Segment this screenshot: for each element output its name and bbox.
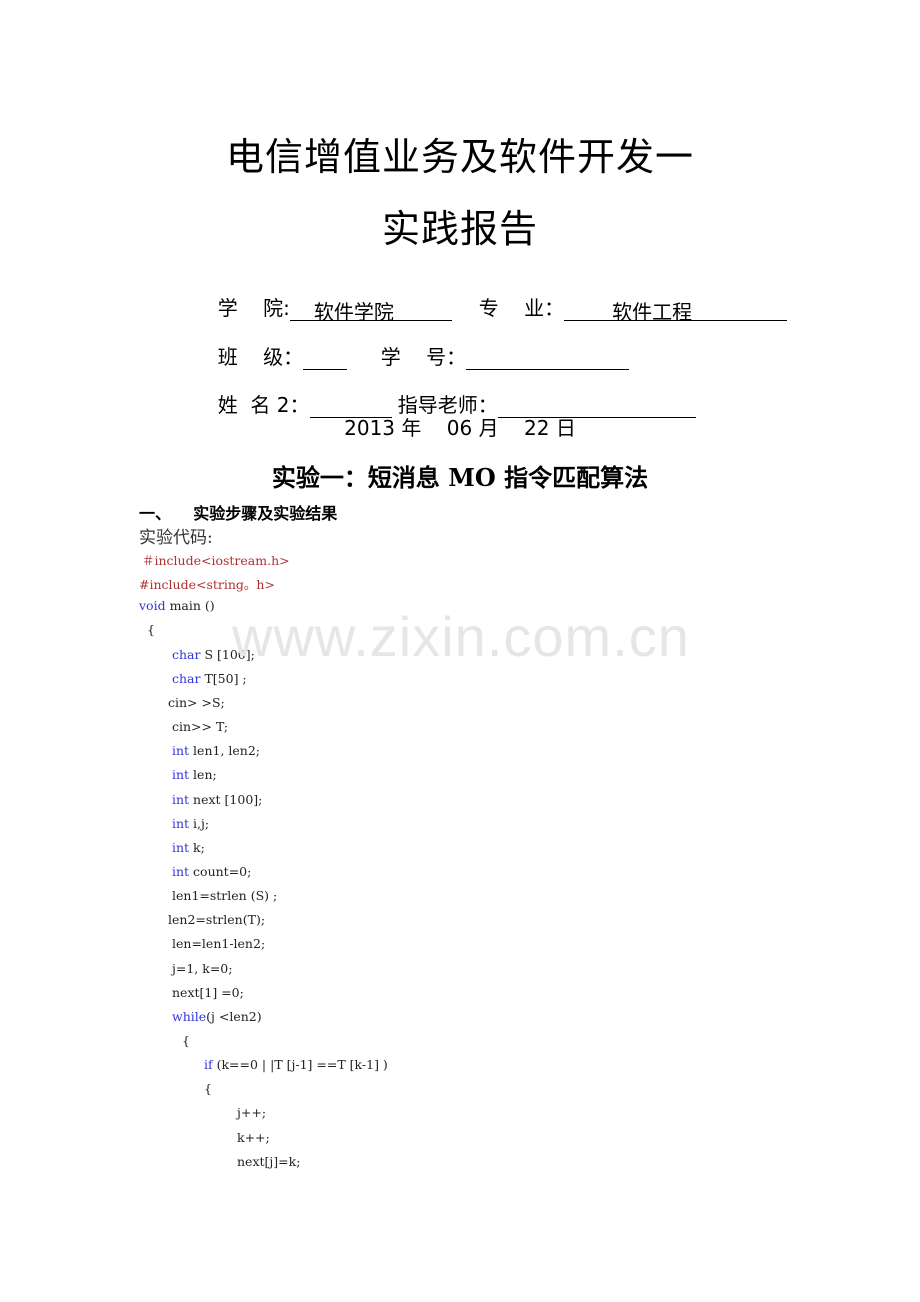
- code-preprocessor: #include<string。h>: [139, 577, 275, 593]
- code-line: if (k==0 | |T [j-1] ==T [k-1] ): [204, 1057, 388, 1072]
- code-text: S [100];: [200, 646, 255, 662]
- code-text: j++;: [237, 1105, 267, 1121]
- section-heading: 一、 实验步骤及实验结果: [139, 504, 338, 523]
- code-text: {: [178, 1033, 190, 1048]
- class-field: 班 级：: [205, 317, 348, 370]
- code-line: next[1] =0;: [172, 985, 244, 1000]
- code-text: len2=strlen(T);: [168, 912, 266, 928]
- code-keyword: char: [172, 670, 201, 686]
- code-keyword: char: [172, 646, 201, 662]
- student-id-field: 学 号：: [368, 317, 630, 370]
- name-field: 姓 名 2：: [205, 365, 392, 418]
- code-keyword: int: [172, 767, 190, 783]
- code-line: k++;: [237, 1130, 270, 1145]
- watermark: www.zixin.com.cn: [232, 605, 690, 668]
- code-text: j=1, k=0;: [172, 960, 233, 976]
- code-line: {: [143, 622, 155, 637]
- college-field: 学 院: 软件学院: [205, 268, 452, 324]
- advisor-field: 指导老师：: [385, 365, 696, 418]
- code-text: len1=strlen (S) ;: [172, 888, 278, 904]
- code-text: len;: [189, 767, 217, 783]
- code-keyword: if: [204, 1057, 213, 1073]
- code-line: len2=strlen(T);: [168, 912, 265, 927]
- code-line: int k;: [172, 840, 205, 855]
- code-label: 实验代码:: [139, 528, 213, 548]
- code-line: #include<string。h>: [139, 574, 275, 593]
- code-text: main (): [165, 598, 215, 614]
- code-line: len=len1-len2;: [172, 936, 265, 951]
- code-text: k++;: [237, 1129, 270, 1145]
- code-text: (k==0 | |T [j-1] ==T [k-1] ): [212, 1057, 388, 1073]
- code-keyword: int: [172, 791, 190, 807]
- code-line: while(j <len2): [172, 1009, 262, 1024]
- code-text: count=0;: [189, 863, 252, 879]
- code-text: len1, len2;: [189, 743, 261, 759]
- code-text: next [100];: [189, 791, 263, 807]
- code-text: cin>> T;: [172, 719, 229, 735]
- major-field: 专 业： 软件工程: [466, 268, 788, 324]
- code-line: ＃include<iostream.h>: [142, 550, 290, 569]
- code-line: void main (): [139, 598, 215, 613]
- report-title-line1: 电信增值业务及软件开发一: [225, 135, 694, 179]
- code-text: T[50] ;: [200, 670, 247, 686]
- code-text: len=len1-len2;: [172, 936, 266, 952]
- code-line: len1=strlen (S) ;: [172, 888, 277, 903]
- code-line: {: [204, 1081, 212, 1096]
- code-line: j++;: [237, 1105, 266, 1120]
- code-text: (j <len2): [206, 1008, 262, 1024]
- code-preprocessor: ＃include<iostream.h>: [142, 553, 290, 568]
- code-keyword: int: [172, 839, 190, 855]
- code-line: int i,j;: [172, 816, 209, 831]
- code-line: char S [100];: [172, 647, 255, 662]
- code-keyword: while: [172, 1008, 207, 1024]
- code-text: {: [204, 1081, 212, 1097]
- code-line: int count=0;: [172, 864, 251, 879]
- code-keyword: int: [172, 815, 190, 831]
- code-line: cin> >S;: [168, 695, 225, 710]
- code-line: {: [178, 1033, 190, 1048]
- code-keyword: void: [139, 598, 166, 614]
- code-text: next[1] =0;: [172, 984, 244, 1000]
- report-date: 2013 年 06 月 22 日: [344, 416, 576, 440]
- experiment-title: 实验一：短消息 MO 指令匹配算法: [271, 463, 649, 492]
- code-line: int len;: [172, 767, 217, 782]
- code-text: {: [143, 622, 155, 638]
- code-text: cin> >S;: [168, 694, 225, 710]
- code-line: j=1, k=0;: [172, 961, 232, 976]
- code-keyword: int: [172, 743, 190, 759]
- report-title-line2: 实践报告: [381, 207, 538, 251]
- code-line: cin>> T;: [172, 719, 228, 734]
- code-line: int len1, len2;: [172, 743, 260, 758]
- code-line: next[j]=k;: [237, 1154, 300, 1169]
- code-text: i,j;: [189, 815, 210, 831]
- code-line: int next [100];: [172, 792, 262, 807]
- code-text: next[j]=k;: [237, 1153, 301, 1169]
- code-keyword: int: [172, 863, 190, 879]
- code-line: char T[50] ;: [172, 671, 247, 686]
- code-text: k;: [189, 839, 205, 855]
